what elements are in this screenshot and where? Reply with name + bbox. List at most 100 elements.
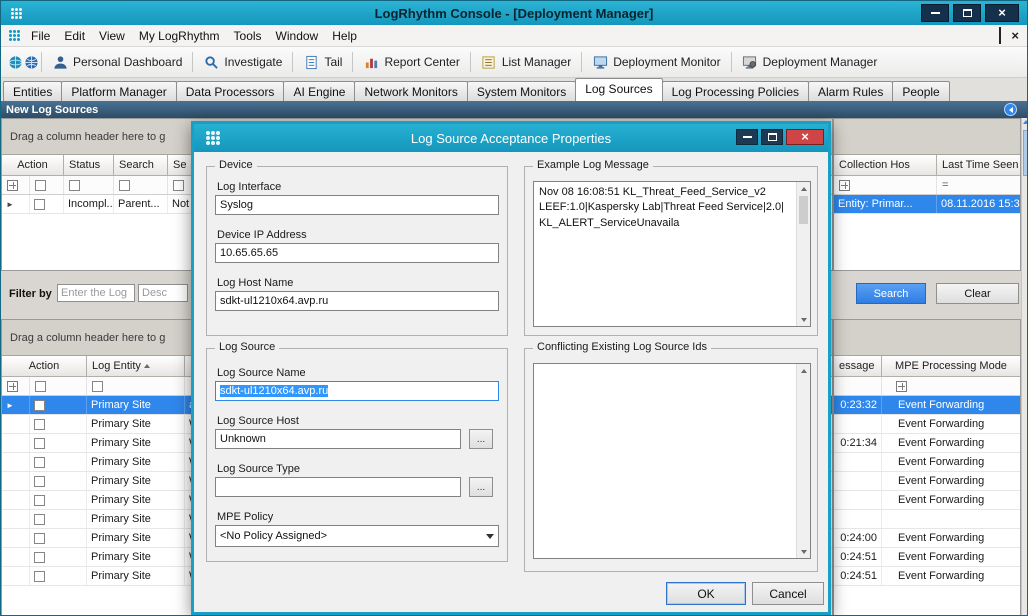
- table-row[interactable]: 0:24:51 Event Forwarding: [834, 567, 1020, 586]
- tab-system-monitors[interactable]: System Monitors: [467, 81, 576, 101]
- mpe-policy-dropdown[interactable]: <No Policy Assigned>: [215, 525, 499, 547]
- filter-checkbox[interactable]: [119, 180, 130, 191]
- cancel-button[interactable]: Cancel: [752, 582, 824, 605]
- ok-button[interactable]: OK: [666, 582, 746, 605]
- toolbar-personal-dashboard[interactable]: Personal Dashboard: [44, 50, 190, 74]
- row-checkbox[interactable]: [34, 476, 45, 487]
- filter-checkbox[interactable]: [35, 381, 46, 392]
- scroll-up-icon[interactable]: [797, 182, 810, 195]
- menu-window[interactable]: Window: [269, 27, 326, 45]
- row-checkbox[interactable]: [34, 457, 45, 468]
- column-header-collection-host[interactable]: Collection Hos: [834, 155, 937, 175]
- tab-network-monitors[interactable]: Network Monitors: [354, 81, 467, 101]
- scroll-down-icon[interactable]: [797, 313, 810, 326]
- scroll-up-icon[interactable]: [797, 364, 810, 377]
- dialog-minimize-button[interactable]: [736, 129, 758, 145]
- table-row[interactable]: 0:21:34 Event Forwarding: [834, 434, 1020, 453]
- filter-checkbox[interactable]: [173, 180, 184, 191]
- filter-checkbox[interactable]: [35, 180, 46, 191]
- row-checkbox[interactable]: [34, 495, 45, 506]
- mdi-close-button[interactable]: [1011, 29, 1019, 43]
- log-source-type-browse-button[interactable]: ...: [469, 477, 493, 497]
- toolbar-report-center[interactable]: Report Center: [355, 50, 467, 74]
- filter-grid-icon[interactable]: [7, 180, 18, 191]
- group-by-bar[interactable]: [834, 119, 1020, 155]
- toolbar-list-manager[interactable]: List Manager: [473, 50, 579, 74]
- row-checkbox[interactable]: [34, 419, 45, 430]
- conflicting-ids-box[interactable]: [533, 363, 811, 559]
- example-log-message-box[interactable]: Nov 08 16:08:51 KL_Threat_Feed_Service_v…: [533, 181, 811, 327]
- maximize-button[interactable]: [953, 4, 981, 22]
- row-checkbox[interactable]: [34, 552, 45, 563]
- row-checkbox[interactable]: [34, 514, 45, 525]
- column-header-action[interactable]: Action: [2, 155, 64, 175]
- log-source-name-field[interactable]: sdkt-ul1210x64.avp.ru: [215, 381, 499, 401]
- log-host-name-field[interactable]: sdkt-ul1210x64.avp.ru: [215, 291, 499, 311]
- column-header-message[interactable]: essage: [834, 356, 882, 376]
- globe-icon[interactable]: [7, 54, 23, 70]
- filter-grid-icon[interactable]: [7, 381, 18, 392]
- row-checkbox[interactable]: [34, 438, 45, 449]
- tab-ai-engine[interactable]: AI Engine: [283, 81, 355, 101]
- globe-grid-icon[interactable]: [23, 54, 39, 70]
- row-checkbox[interactable]: [34, 199, 45, 210]
- scrollbar-thumb[interactable]: [1023, 130, 1028, 176]
- filter-grid-icon[interactable]: [839, 180, 850, 191]
- toolbar-investigate[interactable]: Investigate: [195, 50, 290, 74]
- tab-alarm-rules[interactable]: Alarm Rules: [808, 81, 893, 101]
- toolbar-tail[interactable]: Tail: [295, 50, 350, 74]
- filter-operator[interactable]: =: [942, 179, 948, 191]
- filter-checkbox[interactable]: [69, 180, 80, 191]
- mdi-restore-button[interactable]: [999, 29, 1001, 43]
- tab-platform-manager[interactable]: Platform Manager: [61, 81, 176, 101]
- row-checkbox[interactable]: [34, 571, 45, 582]
- toolbar-deployment-manager[interactable]: Deployment Manager: [734, 50, 886, 74]
- table-row[interactable]: Entity: Primar... 08.11.2016 15:30: [834, 195, 1020, 214]
- log-interface-field[interactable]: Syslog: [215, 195, 499, 215]
- menu-my-logrhythm[interactable]: My LogRhythm: [132, 27, 227, 45]
- description-filter-input[interactable]: [138, 284, 188, 302]
- table-row[interactable]: Event Forwarding: [834, 415, 1020, 434]
- tab-entities[interactable]: Entities: [3, 81, 62, 101]
- filter-checkbox[interactable]: [92, 381, 103, 392]
- device-ip-field[interactable]: 10.65.65.65: [215, 243, 499, 263]
- search-button[interactable]: Search: [856, 283, 926, 304]
- table-row[interactable]: Event Forwarding: [834, 453, 1020, 472]
- column-header-last-time-seen[interactable]: Last Time Seen: [937, 155, 1020, 175]
- scrollbar[interactable]: [796, 364, 810, 558]
- menu-view[interactable]: View: [92, 27, 132, 45]
- menu-edit[interactable]: Edit: [57, 27, 92, 45]
- group-by-bar[interactable]: [834, 320, 1020, 356]
- scrollbar-thumb[interactable]: [799, 196, 808, 224]
- filter-grid-icon[interactable]: [896, 381, 907, 392]
- vertical-scrollbar[interactable]: [1021, 118, 1028, 616]
- table-row[interactable]: [834, 510, 1020, 529]
- dialog-close-button[interactable]: [786, 129, 824, 145]
- tab-people[interactable]: People: [892, 81, 949, 101]
- close-button[interactable]: [985, 4, 1019, 22]
- log-source-type-field[interactable]: [215, 477, 461, 497]
- menu-help[interactable]: Help: [325, 27, 364, 45]
- table-row[interactable]: 0:24:00 Event Forwarding: [834, 529, 1020, 548]
- column-header-log-entity[interactable]: Log Entity: [87, 356, 185, 376]
- scroll-down-icon[interactable]: [797, 545, 810, 558]
- row-checkbox[interactable]: [34, 400, 45, 411]
- column-header-mpe-processing-mode[interactable]: MPE Processing Mode: [882, 356, 1020, 376]
- tab-data-processors[interactable]: Data Processors: [176, 81, 285, 101]
- column-header-action[interactable]: Action: [2, 356, 87, 376]
- table-row[interactable]: 0:24:51 Event Forwarding: [834, 548, 1020, 567]
- tab-log-sources[interactable]: Log Sources: [575, 78, 662, 101]
- table-row[interactable]: Event Forwarding: [834, 491, 1020, 510]
- minimize-button[interactable]: [921, 4, 949, 22]
- log-source-host-browse-button[interactable]: ...: [469, 429, 493, 449]
- scrollbar[interactable]: [796, 182, 810, 326]
- log-source-name-filter-input[interactable]: [57, 284, 135, 302]
- collapse-button[interactable]: [1004, 103, 1017, 116]
- menu-tools[interactable]: Tools: [227, 27, 269, 45]
- tab-log-processing-policies[interactable]: Log Processing Policies: [662, 81, 809, 101]
- toolbar-deployment-monitor[interactable]: Deployment Monitor: [584, 50, 728, 74]
- column-header-search[interactable]: Search: [114, 155, 168, 175]
- row-checkbox[interactable]: [34, 533, 45, 544]
- column-header-status[interactable]: Status: [64, 155, 114, 175]
- table-row[interactable]: 0:23:32 Event Forwarding: [834, 396, 1020, 415]
